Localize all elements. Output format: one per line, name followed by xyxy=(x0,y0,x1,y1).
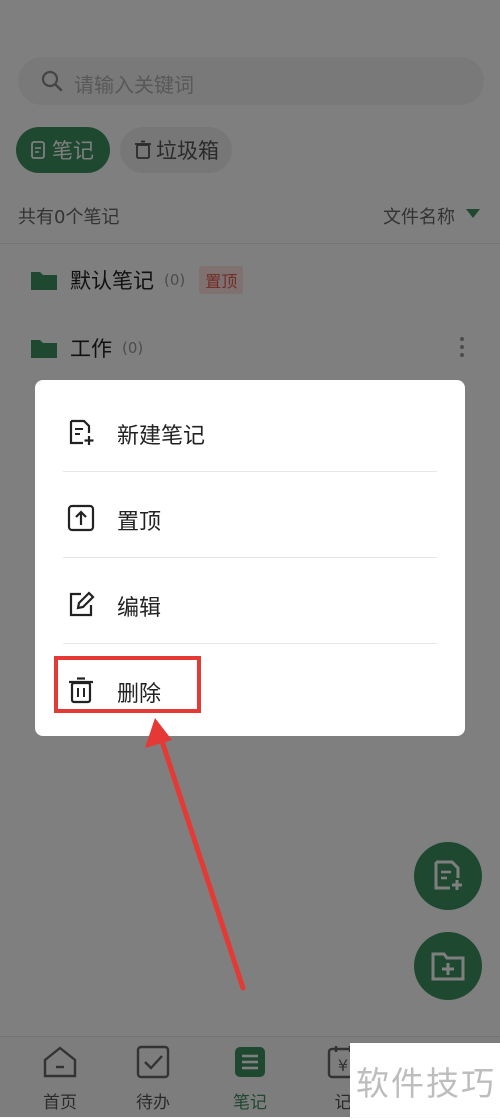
highlight-box xyxy=(54,656,201,713)
edit-icon xyxy=(67,590,95,622)
menu-item-new-note[interactable]: 新建笔记 xyxy=(35,388,465,474)
menu-item-label: 新建笔记 xyxy=(117,424,206,449)
menu-divider xyxy=(63,471,437,472)
new-note-icon xyxy=(67,418,95,450)
menu-item-pin-top[interactable]: 置顶 xyxy=(35,474,465,560)
watermark: 软件技巧 xyxy=(350,1043,500,1117)
menu-item-label: 置顶 xyxy=(117,510,162,535)
watermark-text: 软件技巧 xyxy=(356,1064,496,1103)
menu-item-edit[interactable]: 编辑 xyxy=(35,560,465,646)
menu-item-label: 编辑 xyxy=(117,596,162,621)
menu-divider xyxy=(63,643,437,644)
pin-top-icon xyxy=(67,504,95,536)
menu-divider xyxy=(63,557,437,558)
